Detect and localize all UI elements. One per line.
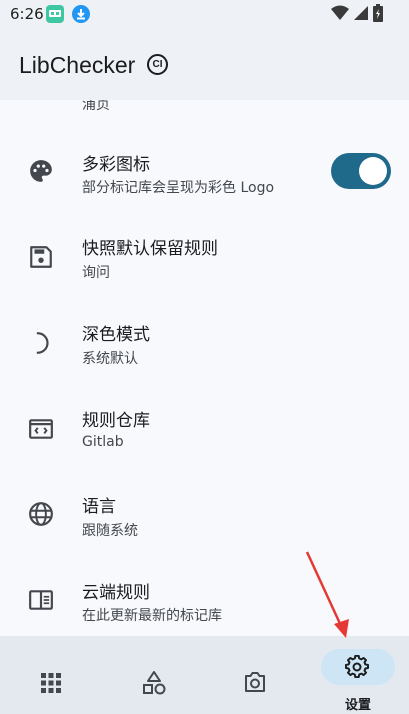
nav-apps[interactable] bbox=[0, 636, 102, 714]
status-time: 6:26 bbox=[10, 5, 44, 23]
shapes-icon bbox=[143, 671, 166, 695]
setting-cloud-rules[interactable]: 云端规则 在此更新最新的标记库 bbox=[0, 558, 409, 636]
setting-rule-repository[interactable]: 规则仓库 Gitlab bbox=[0, 386, 409, 472]
setting-subtitle: 跟随系统 bbox=[82, 523, 138, 539]
battery-icon bbox=[373, 4, 383, 22]
setting-subtitle: 询问 bbox=[82, 265, 110, 281]
wifi-icon bbox=[331, 5, 349, 20]
setting-title: 多彩图标 bbox=[82, 155, 150, 175]
book-icon bbox=[29, 590, 53, 610]
camera-icon bbox=[245, 672, 265, 692]
status-indicators bbox=[331, 4, 383, 22]
app-bar: LibChecker CI bbox=[0, 30, 409, 100]
setting-title: 深色模式 bbox=[82, 325, 150, 345]
status-bar: 6:26 bbox=[0, 0, 409, 30]
setting-title: 语言 bbox=[82, 497, 116, 517]
nav-statistics[interactable] bbox=[102, 636, 204, 714]
gear-icon bbox=[345, 655, 369, 679]
setting-language[interactable]: 语言 跟随系统 bbox=[0, 472, 409, 558]
settings-list[interactable]: 浦贞 多彩图标 部分标记库会呈现为彩色 Logo 快照默认保留规则 询问 深色模… bbox=[0, 100, 409, 636]
colorful-icons-toggle[interactable] bbox=[331, 153, 391, 189]
setting-title: 快照默认保留规则 bbox=[82, 239, 218, 259]
setting-colorful-icons[interactable]: 多彩图标 部分标记库会呈现为彩色 Logo bbox=[0, 129, 409, 215]
setting-snapshot-retention[interactable]: 快照默认保留规则 询问 bbox=[0, 214, 409, 300]
palette-icon bbox=[30, 160, 52, 182]
toggle-knob bbox=[359, 157, 387, 185]
globe-icon bbox=[29, 502, 53, 526]
partial-setting-subtitle: 浦贞 bbox=[82, 100, 110, 113]
code-window-icon bbox=[29, 419, 53, 439]
nav-snapshot[interactable] bbox=[204, 636, 306, 714]
setting-subtitle: 系统默认 bbox=[82, 351, 138, 367]
setting-subtitle: Gitlab bbox=[82, 434, 124, 450]
bottom-navigation: 设置 bbox=[0, 636, 409, 714]
app-title: LibChecker bbox=[19, 52, 136, 78]
download-icon bbox=[72, 5, 90, 23]
setting-dark-mode[interactable]: 深色模式 系统默认 bbox=[0, 300, 409, 386]
save-icon bbox=[30, 246, 52, 268]
signal-icon bbox=[354, 6, 368, 20]
dark-mode-icon bbox=[36, 332, 49, 354]
setting-subtitle: 部分标记库会呈现为彩色 Logo bbox=[82, 180, 275, 196]
setting-subtitle: 在此更新最新的标记库 bbox=[82, 608, 222, 624]
setting-title: 云端规则 bbox=[82, 583, 150, 603]
ci-badge: CI bbox=[147, 54, 168, 75]
nav-settings[interactable]: 设置 bbox=[307, 636, 409, 714]
app-notification-icon bbox=[46, 5, 64, 23]
nav-settings-label: 设置 bbox=[344, 698, 371, 713]
grid-icon bbox=[41, 673, 61, 693]
setting-title: 规则仓库 bbox=[82, 411, 150, 431]
